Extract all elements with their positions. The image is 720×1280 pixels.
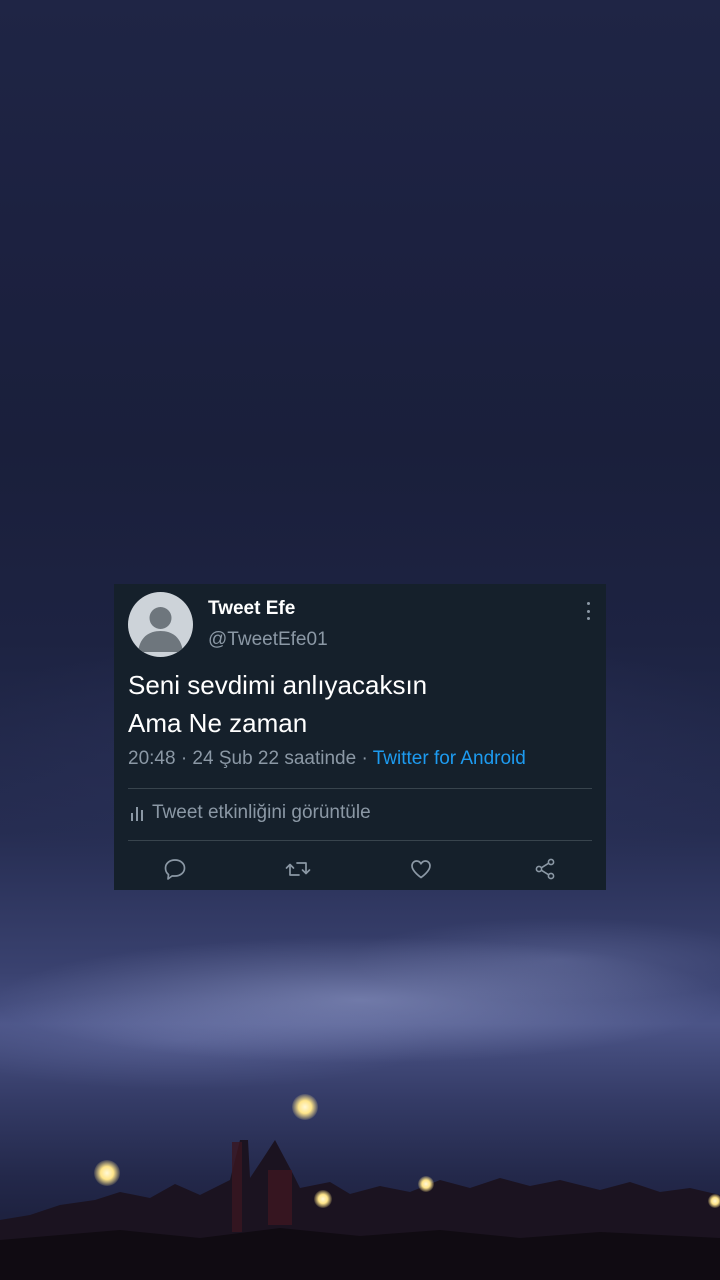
tweet-text-line: Ama Ne zaman [128,708,308,738]
bar-chart-icon [131,807,143,821]
share-icon [535,858,555,880]
more-options-icon[interactable] [584,602,592,620]
tweet-metadata: 20:48 · 24 Şub 22 saatinde · Twitter for… [128,748,526,770]
retweet-button[interactable] [283,854,313,884]
divider [128,788,592,789]
street-light [314,1190,332,1208]
view-tweet-activity-button[interactable]: Tweet etkinliğini görüntüle [130,802,371,824]
heart-icon [411,860,431,879]
street-light [418,1176,434,1192]
city-silhouette [0,1140,720,1280]
display-name[interactable]: Tweet Efe [208,598,295,620]
share-button[interactable] [530,854,560,884]
background-night-sky: Tweet Efe @TweetEfe01 Seni sevdimi anlıy… [0,0,720,1280]
like-button[interactable] [406,854,436,884]
tweet-actions [114,854,606,884]
street-light [708,1194,720,1208]
tweet-card[interactable]: Tweet Efe @TweetEfe01 Seni sevdimi anlıy… [114,584,606,890]
retweet-icon [285,862,311,876]
divider [128,840,592,841]
user-handle[interactable]: @TweetEfe01 [208,629,328,651]
reply-icon [164,859,186,880]
tweet-text: Seni sevdimi anlıyacaksın Ama Ne zaman [128,666,588,742]
avatar[interactable] [128,592,193,657]
tweet-text-line: Seni sevdimi anlıyacaksın [128,670,428,700]
street-light [292,1094,318,1120]
tweet-source-link[interactable]: Twitter for Android [373,748,526,769]
street-light [94,1160,120,1186]
default-user-icon [138,607,183,652]
view-tweet-activity-label: Tweet etkinliğini görüntüle [152,802,371,823]
reply-button[interactable] [160,854,190,884]
tweet-timestamp: 20:48 · 24 Şub 22 saatinde · [128,748,373,769]
